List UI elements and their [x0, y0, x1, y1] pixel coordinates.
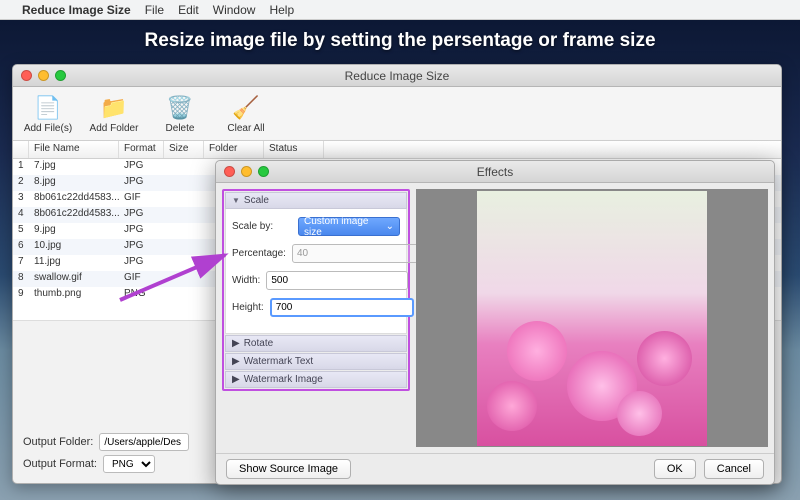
scale-by-label: Scale by:	[232, 221, 292, 232]
chevron-updown-icon: ⌄	[386, 221, 394, 232]
clear-icon: 🧹	[231, 94, 261, 122]
percentage-input[interactable]	[292, 244, 434, 263]
scale-panel-highlight: ▼ Scale Scale by: Custom image size ⌄ Pe…	[222, 189, 410, 391]
output-format-select[interactable]: PNG	[103, 455, 155, 473]
app-menu[interactable]: Reduce Image Size	[22, 3, 131, 17]
ok-button[interactable]: OK	[654, 459, 696, 479]
col-size[interactable]: Size	[164, 141, 204, 158]
preview-image	[477, 191, 707, 446]
menu-help[interactable]: Help	[269, 3, 294, 17]
show-source-button[interactable]: Show Source Image	[226, 459, 351, 479]
window-title: Reduce Image Size	[13, 69, 781, 83]
scale-disclosure[interactable]: ▼ Scale	[225, 192, 407, 209]
col-status[interactable]: Status	[264, 141, 324, 158]
effects-window: Effects ▼ Scale Scale by: Custom image s…	[215, 160, 775, 485]
menu-window[interactable]: Window	[213, 3, 256, 17]
delete-icon: 🗑️	[165, 94, 195, 122]
add-files-button[interactable]: 📄 Add File(s)	[19, 94, 77, 134]
promo-caption: Resize image file by setting the persent…	[0, 20, 800, 60]
height-label: Height:	[232, 302, 264, 313]
watermark-image-disclosure[interactable]: ▶ Watermark Image	[225, 371, 407, 388]
table-header: File Name Format Size Folder Status	[13, 141, 781, 159]
width-label: Width:	[232, 275, 260, 286]
col-filename[interactable]: File Name	[29, 141, 119, 158]
menubar[interactable]: Reduce Image Size File Edit Window Help	[0, 0, 800, 20]
rotate-disclosure[interactable]: ▶ Rotate	[225, 335, 407, 352]
disclosure-right-icon: ▶	[232, 374, 240, 385]
add-folder-button[interactable]: 📁 Add Folder	[85, 94, 143, 134]
disclosure-right-icon: ▶	[232, 356, 240, 367]
main-titlebar[interactable]: Reduce Image Size	[13, 65, 781, 87]
disclosure-down-icon: ▼	[232, 196, 240, 205]
watermark-text-disclosure[interactable]: ▶ Watermark Text	[225, 353, 407, 370]
output-folder-label: Output Folder:	[23, 436, 93, 448]
disclosure-right-icon: ▶	[232, 338, 240, 349]
output-format-label: Output Format:	[23, 458, 97, 470]
clear-all-button[interactable]: 🧹 Clear All	[217, 94, 275, 134]
add-folder-icon: 📁	[99, 94, 129, 122]
menu-edit[interactable]: Edit	[178, 3, 199, 17]
width-input[interactable]	[266, 271, 408, 290]
toolbar: 📄 Add File(s) 📁 Add Folder 🗑️ Delete 🧹 C…	[13, 87, 781, 141]
cancel-button[interactable]: Cancel	[704, 459, 764, 479]
output-folder-input[interactable]	[99, 433, 189, 451]
height-input[interactable]	[270, 298, 414, 317]
preview-pane	[416, 189, 768, 447]
scale-by-select[interactable]: Custom image size ⌄	[298, 217, 400, 236]
col-folder[interactable]: Folder	[204, 141, 264, 158]
delete-button[interactable]: 🗑️ Delete	[151, 94, 209, 134]
effects-title: Effects	[216, 165, 774, 179]
effects-titlebar[interactable]: Effects	[216, 161, 774, 183]
add-file-icon: 📄	[33, 94, 63, 122]
percentage-label: Percentage:	[232, 248, 286, 259]
menu-file[interactable]: File	[145, 3, 164, 17]
col-format[interactable]: Format	[119, 141, 164, 158]
